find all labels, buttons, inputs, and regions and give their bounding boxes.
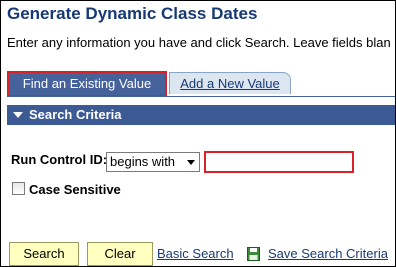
run-control-operator-select[interactable]: begins with xyxy=(106,152,200,172)
page-frame: Generate Dynamic Class Dates Enter any i… xyxy=(0,0,396,267)
case-sensitive-checkbox[interactable] xyxy=(12,182,25,195)
page-title: Generate Dynamic Class Dates xyxy=(7,4,258,23)
tab-add-new-value-label: Add a New Value xyxy=(180,76,280,91)
search-button[interactable]: Search xyxy=(9,242,79,266)
chevron-down-icon xyxy=(187,160,195,165)
tab-find-existing-value-label: Find an Existing Value xyxy=(22,76,152,91)
search-criteria-header[interactable]: Search Criteria xyxy=(7,105,395,125)
run-control-id-input[interactable] xyxy=(204,151,354,173)
instructions-text: Enter any information you have and click… xyxy=(7,35,391,50)
run-control-operator-value: begins with xyxy=(110,154,176,169)
clear-button[interactable]: Clear xyxy=(87,242,153,266)
run-control-id-label: Run Control ID: xyxy=(11,152,108,167)
tab-add-new-value[interactable]: Add a New Value xyxy=(169,72,291,94)
tab-divider xyxy=(7,96,395,97)
floppy-disk-icon[interactable] xyxy=(247,247,260,261)
case-sensitive-label: Case Sensitive xyxy=(29,182,121,197)
save-search-criteria-link[interactable]: Save Search Criteria xyxy=(268,246,388,261)
triangle-down-icon xyxy=(13,112,23,118)
tab-find-existing-value[interactable]: Find an Existing Value xyxy=(7,71,167,97)
basic-search-link[interactable]: Basic Search xyxy=(157,246,234,261)
search-criteria-title: Search Criteria xyxy=(29,107,122,122)
